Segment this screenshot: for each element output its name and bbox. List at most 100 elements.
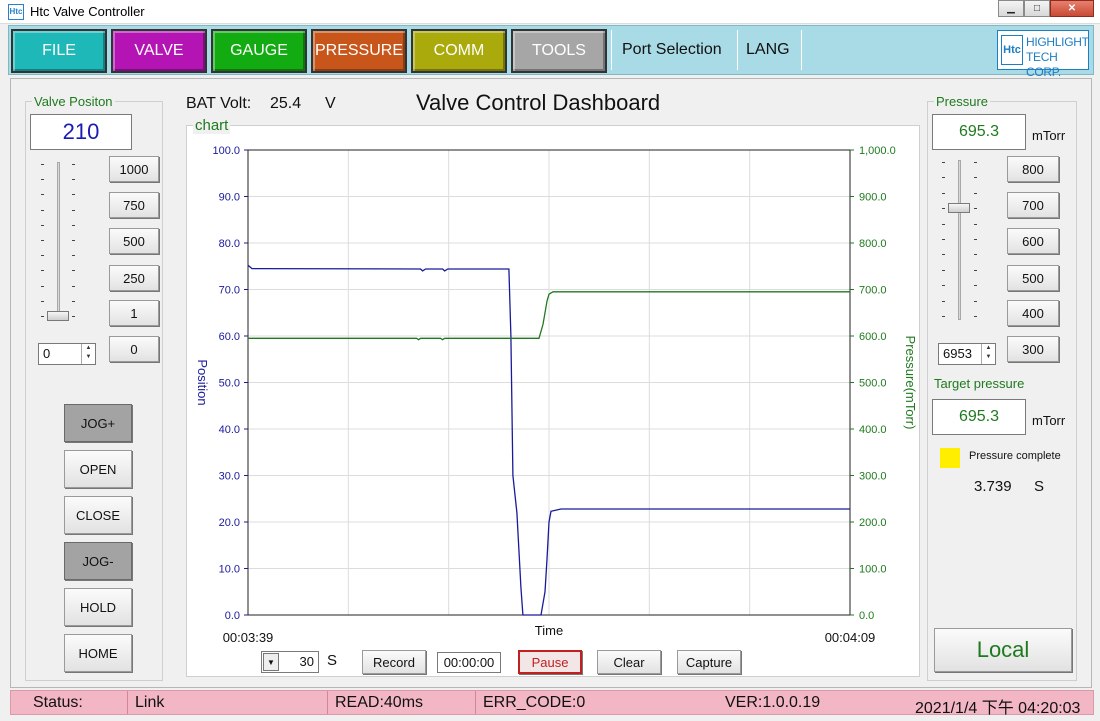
clear-button[interactable]: Clear [597, 650, 661, 674]
slider-tick [41, 209, 44, 211]
y2-axis-label: Pressure(mTorr) [903, 336, 918, 430]
capture-button[interactable]: Capture [677, 650, 741, 674]
battery-voltage-value: 25.4 [270, 95, 302, 112]
time-window-select[interactable]: ▼ 30 [261, 651, 319, 673]
slider-tick [41, 240, 44, 241]
jog-plus-button[interactable]: JOG+ [64, 404, 132, 442]
slider-tick [974, 239, 977, 240]
pressure-slider-thumb[interactable] [948, 203, 970, 214]
spinner-arrows-icon[interactable]: ▲ ▼ [981, 344, 995, 364]
dropdown-arrow-icon[interactable]: ▼ [263, 653, 279, 671]
y-tick-label: 80.0 [219, 238, 240, 250]
pressure-preset-400-button[interactable]: 400 [1007, 300, 1059, 326]
y2-tick-label: 800.0 [859, 238, 887, 250]
valve-slider-thumb[interactable] [47, 311, 69, 321]
slider-tick [41, 255, 44, 257]
slider-tick [974, 300, 977, 302]
pressure-spinner[interactable]: 6953 ▲ ▼ [938, 343, 996, 365]
close-button[interactable]: CLOSE [64, 496, 132, 534]
pressure-complete-time: 3.739 [974, 478, 1012, 495]
pressure-preset-500-button[interactable]: 500 [1007, 265, 1059, 291]
valve-spinner-value: 0 [43, 346, 51, 361]
slider-tick [41, 285, 44, 287]
slider-tick [942, 192, 945, 194]
jog-minus-button[interactable]: JOG- [64, 542, 132, 580]
file-menu-button[interactable]: FILE [11, 29, 107, 73]
status-separator [327, 691, 328, 714]
open-button[interactable]: OPEN [64, 450, 132, 488]
target-pressure-input[interactable]: 695.3 [932, 399, 1026, 435]
time-window-unit: S [327, 652, 338, 669]
gauge-menu-button[interactable]: GAUGE [211, 29, 307, 73]
time-window-value: 30 [299, 654, 314, 669]
slider-tick [942, 223, 945, 225]
status-label: Status: [33, 694, 83, 711]
hold-button[interactable]: HOLD [64, 588, 132, 626]
window-controls: ▁ □ ✕ [998, 0, 1094, 17]
maximize-button[interactable]: □ [1024, 0, 1050, 17]
target-pressure-label: Target pressure [934, 376, 1025, 391]
pause-button[interactable]: Pause [518, 650, 582, 674]
slider-tick [72, 255, 75, 257]
y2-tick-label: 700.0 [859, 285, 887, 297]
pressure-slider-track[interactable] [958, 160, 961, 320]
y2-tick-label: 0.0 [859, 610, 874, 622]
valve-preset-250-button[interactable]: 250 [109, 265, 159, 291]
valve-preset-1000-button[interactable]: 1000 [109, 156, 159, 182]
spinner-arrows-icon[interactable]: ▲ ▼ [81, 344, 95, 364]
tools-menu-button[interactable]: TOOLS [511, 29, 607, 73]
pressure-unit: mTorr [1032, 128, 1066, 143]
slider-tick [72, 179, 75, 181]
lang-menu[interactable]: LANG [746, 26, 790, 74]
logo-mark: Htc [1001, 35, 1023, 65]
home-button[interactable]: HOME [64, 634, 132, 672]
valve-preset-750-button[interactable]: 750 [109, 192, 159, 218]
slider-tick [41, 194, 44, 196]
link-status: Link [135, 694, 165, 711]
minimize-button[interactable]: ▁ [998, 0, 1024, 17]
app-icon: Htc [8, 4, 24, 20]
y-tick-label: 60.0 [219, 331, 240, 343]
pressure-menu-button[interactable]: PRESSURE [311, 29, 407, 73]
slider-tick [942, 177, 945, 179]
valve-position-spinner[interactable]: 0 ▲ ▼ [38, 343, 96, 365]
pressure-preset-700-button[interactable]: 700 [1007, 192, 1059, 218]
pressure-preset-300-button[interactable]: 300 [1007, 336, 1059, 362]
y-tick-label: 10.0 [219, 564, 240, 576]
dashboard-title: Valve Control Dashboard [416, 90, 661, 115]
slider-tick [974, 285, 977, 287]
valve-preset-500-button[interactable]: 500 [109, 228, 159, 254]
pressure-preset-800-button[interactable]: 800 [1007, 156, 1059, 182]
slider-tick [41, 164, 44, 165]
pressure-complete-label: Pressure complete [969, 450, 1061, 462]
record-button[interactable]: Record [362, 650, 426, 674]
local-mode-button[interactable]: Local [934, 628, 1072, 672]
pressure-group: Pressure 695.3 mTorr 800 700 600 500 400… [927, 94, 1077, 681]
comm-menu-button[interactable]: COMM [411, 29, 507, 73]
pressure-preset-600-button[interactable]: 600 [1007, 228, 1059, 254]
menu-separator [737, 30, 738, 70]
position-pressure-chart: 0.0 10.0 20.0 30.0 40.0 50.0 60.0 70.0 80.0 90.0 1… [195, 145, 918, 645]
valve-preset-0-button[interactable]: 0 [109, 336, 159, 362]
close-window-button[interactable]: ✕ [1050, 0, 1094, 17]
y2-tick-label: 400.0 [859, 424, 887, 436]
slider-tick [942, 269, 945, 271]
slider-tick [942, 300, 945, 302]
slider-tick [72, 270, 75, 272]
status-separator [127, 691, 128, 714]
slider-tick [942, 254, 945, 256]
y2-tick-label: 200.0 [859, 517, 887, 529]
pressure-value: 695.3 [932, 114, 1026, 150]
status-bar: Status: Link READ:40ms ERR_CODE:0 VER:1.… [10, 690, 1094, 717]
y-axis-label: Position [195, 359, 210, 405]
battery-voltage-label: BAT Volt: [186, 95, 252, 112]
datetime: 2021/1/4 下午 04:20:03 [915, 700, 1081, 717]
valve-preset-1-button[interactable]: 1 [109, 300, 159, 326]
valve-menu-button[interactable]: VALVE [111, 29, 207, 73]
status-separator [475, 691, 476, 714]
x-start-label: 00:03:39 [223, 630, 274, 645]
slider-tick [72, 164, 75, 165]
valve-slider-track[interactable] [57, 162, 60, 320]
port-selection-menu[interactable]: Port Selection [622, 26, 722, 74]
pressure-spinner-value: 6953 [943, 346, 972, 361]
